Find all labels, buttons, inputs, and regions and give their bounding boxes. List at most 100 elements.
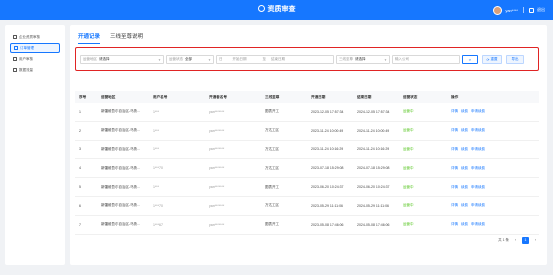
logout-icon[interactable] — [529, 7, 534, 13]
filter-bar: 运营地区 请选择 ▼ 运营状态 全部 ▼ 日开始日期至结束日期 三线至尊 请选择 ▼ 输入公… — [75, 47, 539, 71]
renew-link[interactable]: 续费 — [461, 147, 468, 152]
cell-actions: 详情 续费 申请续费 — [447, 147, 539, 152]
renew-link[interactable]: 续费 — [461, 166, 468, 171]
chevron-down-icon: ▼ — [208, 57, 211, 62]
divider — [523, 7, 524, 13]
renew-link[interactable]: 续费 — [461, 222, 468, 227]
username[interactable]: yan**** — [505, 8, 518, 13]
records-table: 序号 运营地区 用户名号 开通者名号 三线至尊 开通日期 结束日期 运营状态 操… — [75, 91, 539, 235]
col-header: 运营状态 — [403, 94, 418, 99]
sidebar-item-user-review[interactable]: 用户审核 — [10, 54, 60, 64]
apply-renew-link[interactable]: 申请续费 — [471, 147, 485, 152]
cell-end: 2024-11-24 10:00:49 — [357, 128, 390, 133]
cell-status: 运营中 — [403, 109, 414, 114]
page-1-button[interactable]: 1 — [522, 236, 529, 244]
cell-actions: 详情 续费 申请续费 — [447, 109, 539, 114]
cell-actions: 详情 续费 申请续费 — [447, 222, 539, 227]
sidebar: 企业资质审核 订单管理 用户审核 数据流量 — [5, 25, 65, 265]
cell-region: 新疆维吾尔自治区-乌鲁... — [101, 128, 141, 133]
details-link[interactable]: 详情 — [451, 185, 458, 190]
col-header: 开通日期 — [311, 94, 326, 99]
cell-no: 2 — [79, 128, 81, 133]
chart-icon — [13, 68, 17, 72]
cell-start: 2023-06-20 10:24:37 — [311, 185, 344, 190]
cell-user: 1*** — [153, 185, 160, 190]
user-area: yan**** 退出 — [493, 0, 545, 20]
date-range-picker[interactable]: 日开始日期至结束日期 — [216, 55, 334, 64]
avatar[interactable] — [493, 5, 503, 15]
renew-link[interactable]: 续费 — [461, 203, 468, 208]
cell-plan: 图表开工 — [265, 222, 279, 227]
table-row: 1 新疆维吾尔自治区-乌鲁... 1*** yan******* 图表开工 2023-12… — [75, 103, 539, 122]
cell-start: 2023-12-05 17:57:34 — [311, 109, 344, 114]
cell-end: 2024-05-29 11:11:06 — [357, 203, 389, 208]
renew-link[interactable]: 续费 — [461, 128, 468, 133]
apply-renew-link[interactable]: 申请续费 — [471, 222, 485, 227]
sidebar-item-orders[interactable]: 订单管理 — [10, 43, 60, 53]
apply-renew-link[interactable]: 申请续费 — [471, 203, 485, 208]
details-link[interactable]: 详情 — [451, 166, 458, 171]
status-select[interactable]: 运营状态 全部 ▼ — [166, 55, 214, 64]
cell-plan: 图表开工 — [265, 184, 279, 189]
cell-start: 2023-11-24 10:16:29 — [311, 147, 344, 152]
document-icon — [13, 35, 17, 39]
total-count: 共 1 条 — [498, 237, 509, 242]
cell-user: 1*** — [153, 128, 160, 133]
export-button[interactable]: 导出 — [506, 55, 524, 64]
pagination: 共 1 条 ‹ 1 › — [498, 236, 539, 244]
search-button[interactable]: ⌕ — [462, 55, 478, 64]
cell-no: 3 — [79, 147, 81, 152]
cell-user: 1*** — [153, 109, 160, 114]
logout-link[interactable]: 退出 — [537, 7, 545, 13]
cell-status: 运营中 — [403, 203, 414, 208]
tab-plan-info[interactable]: 三线至尊说明 — [110, 32, 143, 44]
cell-actions: 详情 续费 申请续费 — [447, 185, 539, 190]
details-link[interactable]: 详情 — [451, 109, 458, 114]
sidebar-item-enterprise-review[interactable]: 企业资质审核 — [10, 32, 60, 42]
apply-renew-link[interactable]: 申请续费 — [471, 128, 485, 133]
next-page-button[interactable]: › — [532, 237, 539, 244]
tab-open-records[interactable]: 开通记录 — [78, 32, 101, 44]
table-row: 5 新疆维吾尔自治区-乌鲁... 1*** yan******* 图表开工 2023-06… — [75, 178, 539, 197]
table-header: 序号 运营地区 用户名号 开通者名号 三线至尊 开通日期 结束日期 运营状态 操… — [75, 91, 539, 103]
cell-no: 7 — [79, 222, 81, 227]
search-input[interactable]: 输入公司 — [392, 55, 460, 64]
list-icon — [14, 46, 18, 50]
col-header: 结束日期 — [357, 94, 372, 99]
cell-plan: 万达工区 — [265, 203, 279, 208]
cell-opener: yan******* — [209, 109, 225, 114]
main-panel: 开通记录 三线至尊说明 运营地区 请选择 ▼ 运营状态 全部 ▼ 日开始日期至结束日期 … — [70, 25, 547, 265]
reset-button[interactable]: ⟳ 重置 — [482, 55, 502, 64]
details-link[interactable]: 详情 — [451, 222, 458, 227]
cell-start: 2023-05-29 11:11:06 — [311, 203, 343, 208]
details-link[interactable]: 详情 — [451, 203, 458, 208]
cell-opener: yan******* — [209, 166, 225, 171]
col-header: 开通者名号 — [209, 94, 227, 99]
col-header: 运营地区 — [101, 94, 116, 99]
cell-region: 新疆维吾尔自治区-乌鲁... — [101, 203, 141, 208]
cell-user: 1*** — [153, 147, 160, 152]
details-link[interactable]: 详情 — [451, 128, 458, 133]
cell-opener: yan******* — [209, 128, 225, 133]
cell-user: 1***70 — [153, 166, 163, 171]
cell-opener: yan******* — [209, 203, 225, 208]
cell-actions: 详情 续费 申请续费 — [447, 166, 539, 171]
apply-renew-link[interactable]: 申请续费 — [471, 166, 485, 171]
sidebar-item-data-traffic[interactable]: 数据流量 — [10, 65, 60, 75]
col-header: 操作 — [451, 94, 459, 99]
details-link[interactable]: 详情 — [451, 147, 458, 152]
plan-select[interactable]: 三线至尊 请选择 ▼ — [336, 55, 390, 64]
cell-no: 6 — [79, 203, 81, 208]
apply-renew-link[interactable]: 申请续费 — [471, 109, 485, 114]
cell-region: 新疆维吾尔自治区-乌鲁... — [101, 222, 141, 227]
cell-region: 新疆维吾尔自治区-乌鲁... — [101, 165, 141, 170]
cell-region: 新疆维吾尔自治区-乌鲁... — [101, 146, 141, 151]
cell-plan: 万达工区 — [265, 165, 279, 170]
cell-end: 2024-12-05 17:57:34 — [357, 109, 390, 114]
prev-page-button[interactable]: ‹ — [512, 237, 519, 244]
renew-link[interactable]: 续费 — [461, 185, 468, 190]
renew-link[interactable]: 续费 — [461, 109, 468, 114]
region-select[interactable]: 运营地区 请选择 ▼ — [80, 55, 164, 64]
cell-end: 2024-07-18 15:29:08 — [357, 166, 390, 171]
apply-renew-link[interactable]: 申请续费 — [471, 185, 485, 190]
